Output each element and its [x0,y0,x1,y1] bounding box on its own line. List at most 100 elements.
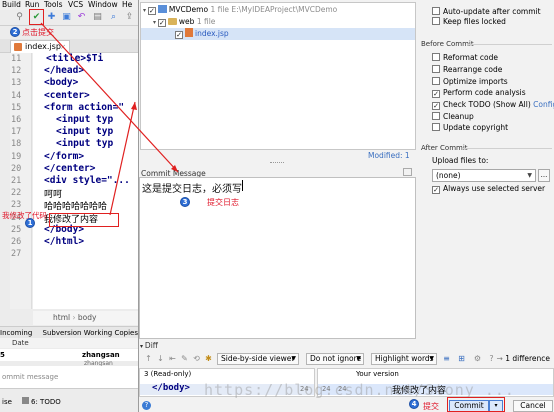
option-rearrange[interactable]: Rearrange code [432,65,502,75]
ignore-select[interactable]: Do not ignore ▼ [306,353,364,365]
code-line: <input typ [56,114,114,125]
option-label: Keep files locked [443,17,506,26]
menu-help[interactable]: He [122,0,132,10]
highlight-modified-line [49,213,119,227]
cancel-button[interactable]: Cancel [513,400,553,412]
refresh-icon[interactable]: ⟲ [192,354,201,363]
history-icon[interactable]: ▤ [92,12,103,23]
run-config-icon[interactable]: ⚲ [14,12,25,23]
prev-diff-icon[interactable]: ↑ [144,354,153,363]
viewer-select[interactable]: Side-by-side viewer ▼ [217,353,299,365]
step-badge-3: 3 [180,197,190,207]
search-icon[interactable]: ⌕ [108,12,119,23]
difference-count-text: 1 difference [505,354,550,363]
status-todo[interactable]: 6: TODO [31,397,61,407]
right-caption: Your version [356,370,399,378]
compare-icon[interactable]: ▣ [61,12,72,23]
help-icon[interactable]: ? [487,354,496,363]
vc-column-header: Date [0,338,142,348]
vcs-update-icon[interactable]: ✚ [46,12,57,23]
diff-title: Diff [144,341,158,350]
option-label: Check TODO (Show All) [443,100,531,109]
rearrange-checkbox[interactable] [432,65,440,73]
folder-checkbox[interactable]: ✓ [157,19,166,27]
keep-locked-checkbox[interactable] [432,17,440,25]
auto-update-checkbox[interactable] [432,7,440,15]
line-number: 12 [11,66,22,77]
line-number: 21 [11,176,22,186]
code-line: </html> [44,236,85,247]
code-line: <input typ [56,126,114,138]
tree-row-file[interactable]: ✓ index.jsp [141,28,415,40]
upload-server-select[interactable]: (none) ▼ [432,169,536,182]
jump-icon[interactable]: ⇤ [168,354,177,363]
next-diff-icon[interactable]: ↓ [156,354,165,363]
breadcrumb-html[interactable]: html [53,313,70,322]
code-line: <title>$Ti [46,53,104,64]
optimize-imports-checkbox[interactable] [432,77,440,85]
code-line: </head> [44,65,85,77]
project-meta: 1 file E:\MyIDEAProject\MVCDemo [210,5,338,14]
code-line: 哈哈哈哈哈哈哈 [44,202,108,213]
always-server-checkbox[interactable]: ✓ [432,186,440,194]
reformat-checkbox[interactable] [432,53,440,61]
vc-commit-message[interactable]: ommit message [0,366,142,388]
highlight-commit-toolbar [29,9,44,25]
breadcrumb-body[interactable]: body [78,313,97,322]
tree-row-folder[interactable]: ▾ ✓ web 1 file [153,16,215,28]
line-number: 15 [11,102,22,113]
code-line: <center> [44,89,90,101]
option-optimize-imports[interactable]: Optimize imports [432,77,508,87]
option-keep-locked[interactable]: Keep files locked [432,17,506,27]
option-label: Cleanup [443,112,474,121]
settings-icon[interactable]: ✱ [204,354,213,363]
menu-vcs[interactable]: VCS [68,0,83,10]
message-history-icon[interactable] [403,168,412,176]
tab-incoming[interactable]: Incoming [0,329,32,337]
gear-icon[interactable]: ⚙ [473,354,482,363]
option-code-analysis[interactable]: ✓ Perform code analysis [432,88,526,98]
code-line: </form> [44,150,85,162]
menu-window[interactable]: Window [88,0,118,10]
close-icon[interactable]: × [60,41,66,53]
option-check-todo[interactable]: ✓Check TODO (Show All) Configure [432,100,554,110]
update-copyright-checkbox[interactable] [432,123,440,131]
file-checkbox[interactable]: ✓ [175,31,183,39]
menu-tools[interactable]: Tools [44,0,62,10]
status-item-1[interactable]: ise [2,397,12,407]
changes-tree[interactable]: ▾ ✓ MVCDemo 1 file E:\MyIDEAProject\MVCDe… [140,2,416,150]
option-label: Optimize imports [443,77,508,86]
highlight-select[interactable]: Highlight words ▼ [371,353,437,365]
code-analysis-checkbox[interactable]: ✓ [432,90,440,98]
option-update-copyright[interactable]: Update copyright [432,123,508,133]
configure-link[interactable]: Configure [533,100,554,109]
option-label: Auto-update after commit [443,7,541,16]
line-number: 20 [11,163,22,174]
option-auto-update[interactable]: Auto-update after commit [432,7,541,17]
edit-source-icon[interactable]: ✎ [180,354,189,363]
revert-icon[interactable]: ↶ [76,12,87,23]
upload-browse-button[interactable]: ... [538,169,550,182]
help-button[interactable]: ? [142,401,151,410]
table-row[interactable]: 5 zhangsan [0,349,142,361]
share-icon[interactable]: ⇪ [124,12,135,23]
tab-working-copies[interactable]: Subversion Working Copies [43,329,138,337]
collapse-icon[interactable]: ⊞ [457,354,466,363]
splitter-handle[interactable] [270,162,284,164]
diff-section-title[interactable]: ▾ Diff [140,341,158,350]
option-label: Update copyright [443,123,509,132]
chevron-down-icon: ▼ [291,355,296,362]
cleanup-checkbox[interactable] [432,112,440,120]
tab-index-jsp[interactable]: index.jsp × [10,40,70,53]
tree-row-project[interactable]: ▾ ✓ MVCDemo 1 file E:\MyIDEAProject\MVCDe… [143,4,337,16]
option-always-server[interactable]: ✓ Always use selected server [432,184,545,194]
project-checkbox[interactable]: ✓ [147,7,156,15]
option-cleanup[interactable]: Cleanup [432,112,474,122]
menu-build[interactable]: Build [2,0,21,10]
sync-scroll-icon[interactable]: ≡ [442,354,451,363]
step3-annotation: 提交日志 [207,198,239,207]
check-todo-checkbox[interactable]: ✓ [432,102,440,110]
option-reformat[interactable]: Reformat code [432,53,498,63]
line-number: 19 [11,151,22,162]
difference-count: → 1 difference [496,354,550,363]
